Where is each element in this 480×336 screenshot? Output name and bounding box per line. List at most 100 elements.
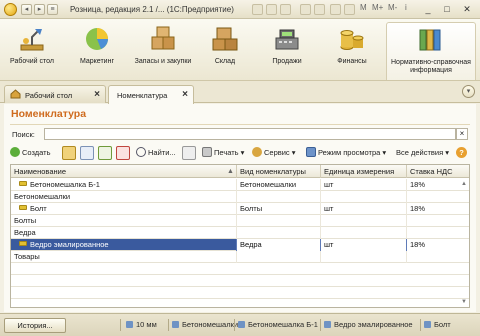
tab-nomenclature[interactable]: Номенклатура × <box>108 85 194 104</box>
table-cell-unit <box>321 191 407 203</box>
table-row[interactable]: Бетономешалки <box>11 191 469 203</box>
back-icon[interactable]: ◂ <box>21 4 32 15</box>
info-icon[interactable]: i <box>405 3 407 12</box>
close-icon[interactable]: × <box>182 89 188 100</box>
table-row[interactable]: Ведро эмалированное Ведра шт 18% <box>11 239 469 251</box>
document-icon <box>126 321 133 328</box>
column-unit[interactable]: Единица измерения <box>321 165 407 178</box>
cash-register-icon <box>275 29 299 50</box>
table-row[interactable]: Ведра <box>11 227 469 239</box>
section-stock[interactable]: Запасы и закупки <box>132 22 194 80</box>
table-cell-name: Ведра <box>11 227 237 239</box>
print-button[interactable]: Печать ▾ <box>202 146 244 160</box>
window-title: Розница, редакция 2.1 /... (1С:Предприят… <box>70 5 234 14</box>
section-label: Запасы и закупки <box>134 58 192 65</box>
scroll-up-icon[interactable]: ▲ <box>461 181 467 187</box>
section-marketing[interactable]: Маркетинг <box>66 22 128 80</box>
table-cell-name: Болт <box>11 203 237 215</box>
app-logo-icon[interactable] <box>4 3 17 16</box>
binders-icon <box>419 29 441 51</box>
column-vat[interactable]: Ставка НДС <box>407 165 469 178</box>
find-button[interactable]: Найти... <box>136 146 176 160</box>
command-bar: Создать Найти... Печать ▾ Сервис ▾ Режим… <box>10 144 470 162</box>
cell-text: шт <box>324 204 334 213</box>
table-cell-kind <box>237 191 321 203</box>
clear-icon[interactable]: × <box>456 128 468 140</box>
preview-icon[interactable] <box>280 4 291 15</box>
help-button[interactable]: ? <box>456 147 467 158</box>
history-button[interactable]: История... <box>4 318 66 333</box>
all-actions-button[interactable]: Все действия ▾ <box>396 146 449 160</box>
scroll-down-icon[interactable]: ▼ <box>461 299 467 305</box>
divider <box>420 319 421 331</box>
table-cell-kind: Болты <box>237 203 321 215</box>
table-cell-kind <box>237 251 321 263</box>
history-icon[interactable] <box>300 4 311 15</box>
desk-lamp-icon <box>20 29 44 51</box>
table-cell-name: Болты <box>11 215 237 227</box>
cell-text: Ведра <box>14 228 36 237</box>
cell-text: шт <box>324 240 334 249</box>
section-sales[interactable]: Продажи <box>256 22 318 80</box>
tab-desktop[interactable]: Рабочий стол × <box>4 85 106 103</box>
cell-text: Бетономешалки <box>14 192 71 201</box>
section-desktop[interactable]: Рабочий стол <box>4 22 60 80</box>
document-icon <box>424 321 431 328</box>
cell-text: Болт <box>30 204 47 213</box>
cell-text: Болты <box>240 204 263 213</box>
copy-button[interactable] <box>80 146 94 160</box>
status-link[interactable]: Ведро эмалированное <box>324 320 413 329</box>
table-cell-vat: 18% <box>407 239 469 251</box>
pie-chart-icon <box>86 28 108 50</box>
memory-mminus-icon[interactable]: M- <box>388 3 397 12</box>
table-row[interactable]: Болты <box>11 215 469 227</box>
status-link[interactable]: Бетономешалки <box>172 320 238 329</box>
nomenclature-table[interactable]: Наименование ▲ Вид номенклатуры Единица … <box>10 164 470 308</box>
section-label: Маркетинг <box>79 58 115 65</box>
print-icon[interactable] <box>266 4 277 15</box>
star-icon[interactable] <box>314 4 325 15</box>
status-link[interactable]: Болт <box>424 320 451 329</box>
close-icon[interactable]: × <box>94 89 100 100</box>
table-cell-unit <box>321 251 407 263</box>
create-button[interactable]: Создать <box>10 146 51 160</box>
minimize-button[interactable]: _ <box>421 2 435 16</box>
forward-icon[interactable]: ▸ <box>34 4 45 15</box>
table-cell-name: Бетономешалка Б-1 <box>11 179 237 191</box>
cell-text: Бетономешалка Б-1 <box>30 180 100 189</box>
table-cell-vat <box>407 251 469 263</box>
column-name[interactable]: Наименование <box>11 165 237 178</box>
section-reference[interactable]: Нормативно-справочная информация <box>386 22 476 80</box>
search-input[interactable] <box>44 128 456 140</box>
memory-m-icon[interactable]: M <box>360 3 367 12</box>
maximize-button[interactable]: □ <box>440 2 454 16</box>
table-row[interactable]: Товары <box>11 251 469 263</box>
status-bar: История... 10 мм Бетономешалки Бетономеш… <box>0 313 480 336</box>
edit-button[interactable] <box>98 146 112 160</box>
nomenclature-form: Номенклатура Поиск: × Создать Найти... П… <box>4 104 476 312</box>
cell-text: Ведро эмалированное <box>30 240 109 249</box>
status-link[interactable]: Бетономешалка Б-1 <box>238 320 318 329</box>
cancel-search-button[interactable] <box>182 146 196 160</box>
status-link[interactable]: 10 мм <box>126 320 157 329</box>
table-row[interactable]: Бетономешалка Б-1 Бетономешалки шт 18% <box>11 179 469 191</box>
magnifier-icon <box>136 147 146 157</box>
save-icon[interactable] <box>252 4 263 15</box>
create-group-button[interactable] <box>62 146 76 160</box>
cell-text: Бетономешалки <box>240 180 297 189</box>
memory-mplus-icon[interactable]: M+ <box>372 3 383 12</box>
close-button[interactable]: ✕ <box>460 2 474 16</box>
calendar-icon[interactable] <box>344 4 355 15</box>
view-mode-button[interactable]: Режим просмотра ▾ <box>306 146 386 160</box>
service-button[interactable]: Сервис ▾ <box>252 146 296 160</box>
divider <box>168 319 169 331</box>
calculator-icon[interactable] <box>330 4 341 15</box>
chevron-down-icon[interactable]: ▾ <box>462 85 475 98</box>
section-label: Финансы <box>337 58 367 65</box>
section-warehouse[interactable]: Склад <box>196 22 254 80</box>
menu-icon[interactable]: ≡ <box>47 4 58 15</box>
delete-mark-button[interactable] <box>116 146 130 160</box>
column-kind[interactable]: Вид номенклатуры <box>237 165 321 178</box>
table-row[interactable]: Болт Болты шт 18% <box>11 203 469 215</box>
section-finance[interactable]: Финансы <box>322 22 382 80</box>
